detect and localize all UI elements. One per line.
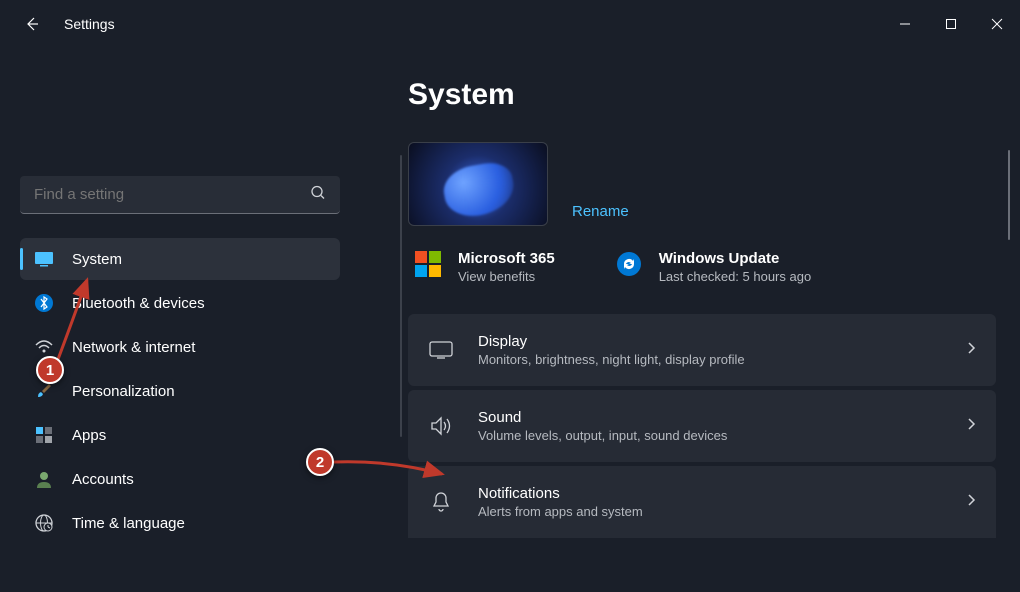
sidebar-item-time-language[interactable]: Time & language [20, 502, 340, 544]
sidebar-item-label: Accounts [72, 471, 134, 488]
sidebar-item-label: Network & internet [72, 339, 195, 356]
sidebar-item-network[interactable]: Network & internet [20, 326, 340, 368]
monitor-icon [34, 249, 54, 269]
search-input[interactable] [20, 176, 340, 214]
setting-display[interactable]: Display Monitors, brightness, night ligh… [408, 314, 996, 386]
sidebar-item-bluetooth[interactable]: Bluetooth & devices [20, 282, 340, 324]
wifi-icon [34, 337, 54, 357]
quick-subtitle: View benefits [458, 269, 555, 284]
chevron-right-icon [966, 341, 976, 360]
minimize-icon [899, 18, 911, 30]
display-icon [428, 341, 454, 359]
rename-link[interactable]: Rename [572, 203, 629, 226]
microsoft-icon [414, 250, 442, 278]
sidebar-item-label: Bluetooth & devices [72, 295, 205, 312]
setting-title: Display [478, 333, 942, 350]
main-scrollbar[interactable] [1008, 150, 1010, 240]
close-icon [991, 18, 1003, 30]
sidebar-item-accounts[interactable]: Accounts [20, 458, 340, 500]
globe-icon [34, 513, 54, 533]
sidebar-item-apps[interactable]: Apps [20, 414, 340, 456]
setting-title: Notifications [478, 485, 942, 502]
sidebar-item-personalization[interactable]: Personalization [20, 370, 340, 412]
maximize-icon [945, 18, 957, 30]
quick-title: Microsoft 365 [458, 250, 555, 267]
sidebar-nav: System Bluetooth & devices Network & int… [20, 238, 340, 544]
apps-icon [34, 425, 54, 445]
search-icon [310, 185, 326, 206]
device-thumbnail[interactable] [408, 142, 548, 226]
quick-subtitle: Last checked: 5 hours ago [659, 269, 812, 284]
annotation-badge-1: 1 [36, 356, 64, 384]
bell-icon [428, 491, 454, 513]
sidebar-item-label: Time & language [72, 515, 185, 532]
page-title: System [408, 78, 996, 112]
quick-title: Windows Update [659, 250, 812, 267]
search-box[interactable] [20, 176, 340, 214]
quick-microsoft-365[interactable]: Microsoft 365 View benefits [414, 250, 555, 284]
setting-subtitle: Volume levels, output, input, sound devi… [478, 428, 942, 443]
sidebar-item-label: Personalization [72, 383, 175, 400]
bluetooth-icon [34, 293, 54, 313]
back-button[interactable] [20, 12, 44, 36]
setting-subtitle: Monitors, brightness, night light, displ… [478, 352, 942, 367]
sidebar-item-label: System [72, 251, 122, 268]
close-button[interactable] [974, 8, 1020, 40]
setting-sound[interactable]: Sound Volume levels, output, input, soun… [408, 390, 996, 462]
sound-icon [428, 416, 454, 436]
quick-windows-update[interactable]: Windows Update Last checked: 5 hours ago [615, 250, 812, 284]
setting-notifications[interactable]: Notifications Alerts from apps and syste… [408, 466, 996, 538]
sidebar-item-system[interactable]: System [20, 238, 340, 280]
app-title: Settings [64, 16, 115, 32]
sidebar-item-label: Apps [72, 427, 106, 444]
brush-icon [34, 381, 54, 401]
update-icon [615, 250, 643, 278]
sidebar-scrollbar[interactable] [400, 155, 402, 437]
chevron-right-icon [966, 417, 976, 436]
arrow-left-icon [24, 16, 40, 32]
setting-title: Sound [478, 409, 942, 426]
setting-subtitle: Alerts from apps and system [478, 504, 942, 519]
annotation-badge-2: 2 [306, 448, 334, 476]
maximize-button[interactable] [928, 8, 974, 40]
chevron-right-icon [966, 493, 976, 512]
account-icon [34, 469, 54, 489]
minimize-button[interactable] [882, 8, 928, 40]
